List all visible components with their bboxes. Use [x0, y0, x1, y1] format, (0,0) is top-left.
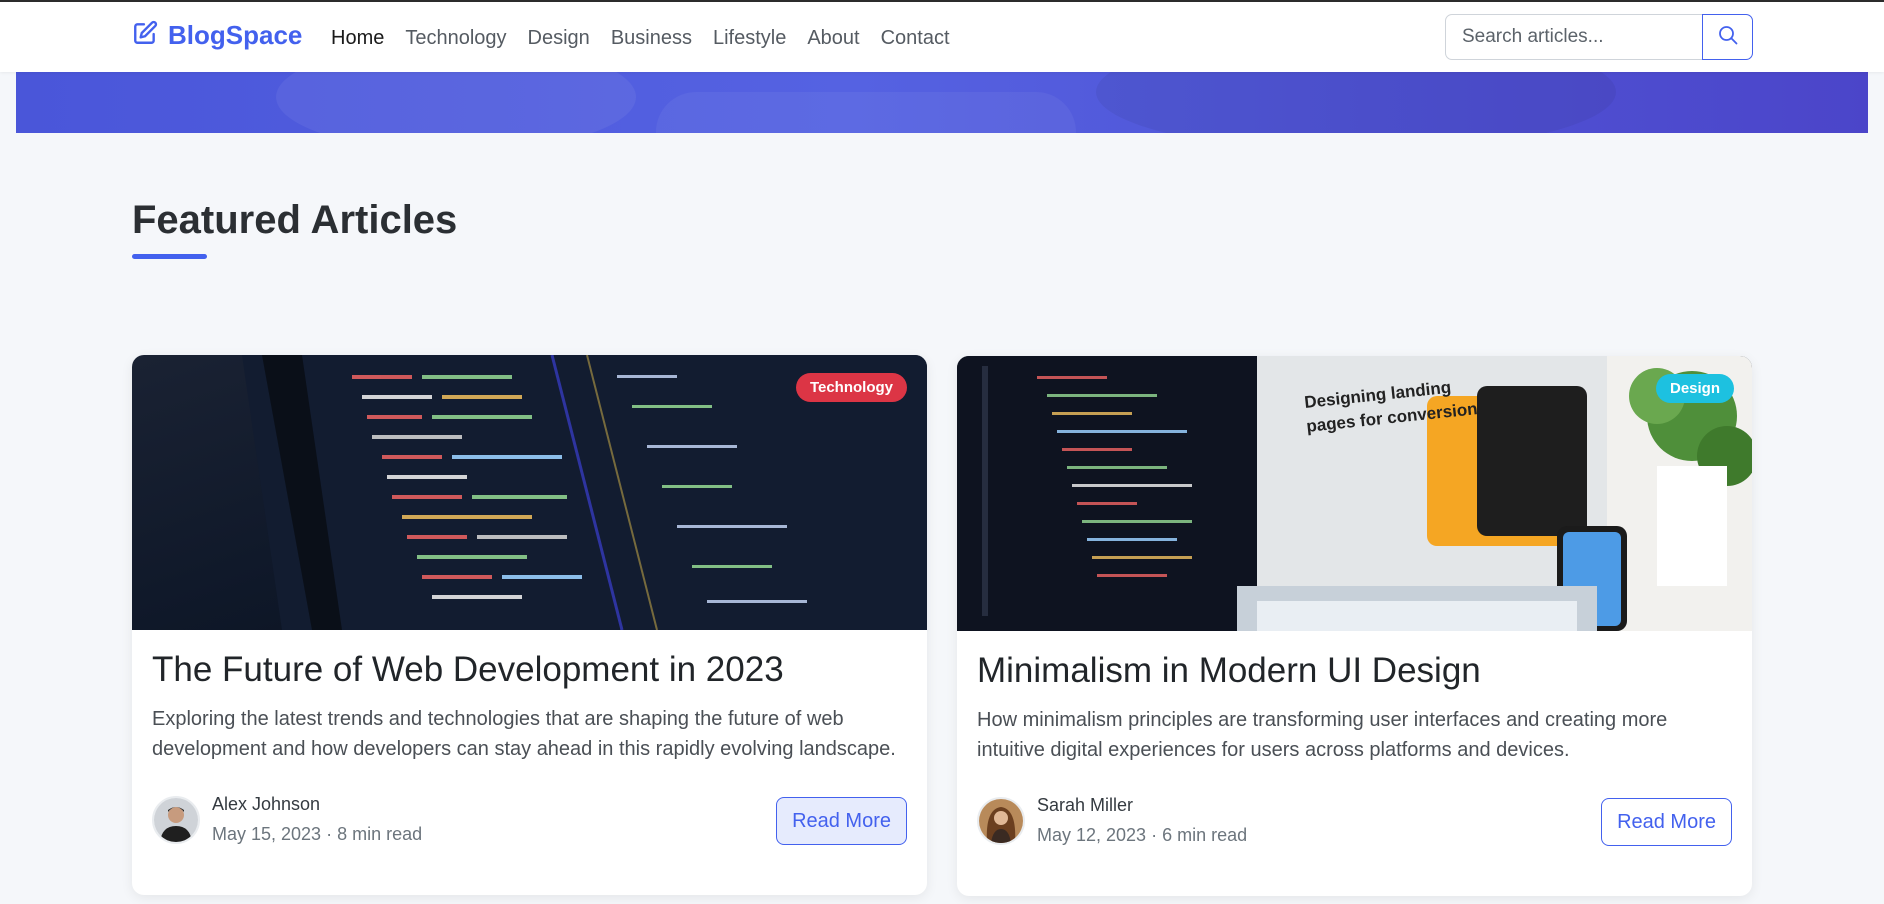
- article-meta: May 15, 2023 · 8 min read: [212, 824, 423, 844]
- brand-logo[interactable]: BlogSpace: [132, 20, 302, 51]
- article-card: Designing landing pages for conversion D…: [957, 356, 1752, 896]
- author-avatar: [977, 797, 1025, 845]
- article-title[interactable]: Minimalism in Modern UI Design: [977, 649, 1481, 693]
- section-title: Featured Articles: [132, 198, 458, 242]
- nav-item-home[interactable]: Home: [331, 24, 384, 52]
- search-button[interactable]: [1702, 14, 1753, 60]
- nav-item-business[interactable]: Business: [611, 24, 692, 52]
- nav-item-technology[interactable]: Technology: [405, 24, 506, 52]
- article-excerpt: How minimalism principles are transformi…: [977, 709, 1668, 761]
- article-excerpt: Exploring the latest trends and technolo…: [152, 708, 896, 760]
- article-title[interactable]: The Future of Web Development in 2023: [152, 648, 784, 692]
- article-image[interactable]: Technology: [132, 355, 927, 630]
- title-underline: [132, 254, 207, 259]
- category-badge[interactable]: Design: [1655, 374, 1734, 403]
- nav-item-contact[interactable]: Contact: [881, 24, 950, 52]
- author-name: Alex Johnson: [212, 794, 321, 814]
- article-card: Technology The Future of Web Development…: [132, 355, 927, 895]
- navbar: BlogSpace Home Technology Design Busines…: [0, 2, 1884, 72]
- nav-item-lifestyle[interactable]: Lifestyle: [713, 24, 786, 52]
- search-input[interactable]: [1446, 15, 1701, 59]
- category-badge[interactable]: Technology: [795, 373, 907, 402]
- main-nav: Home Technology Design Business Lifestyl…: [331, 24, 971, 52]
- read-more-button[interactable]: Read More: [1601, 798, 1732, 846]
- nav-item-about[interactable]: About: [807, 24, 859, 52]
- author-avatar: [152, 796, 200, 844]
- search-form: [1445, 14, 1753, 60]
- hero-banner: [16, 72, 1868, 133]
- author-name: Sarah Miller: [1037, 795, 1134, 815]
- read-more-button[interactable]: Read More: [776, 797, 907, 845]
- article-image[interactable]: Designing landing pages for conversion D…: [957, 356, 1752, 631]
- article-meta: May 12, 2023 · 6 min read: [1037, 825, 1248, 845]
- pencil-square-icon: [132, 20, 158, 51]
- brand-name: BlogSpace: [168, 20, 303, 50]
- search-icon: [1718, 25, 1738, 50]
- nav-item-design[interactable]: Design: [528, 24, 590, 52]
